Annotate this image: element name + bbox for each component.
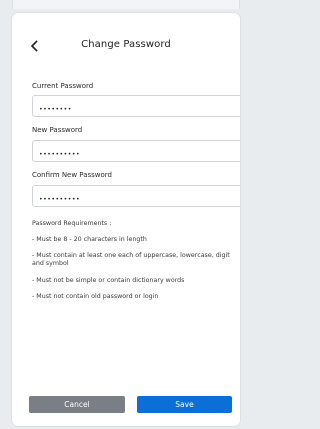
top-strip (12, 0, 240, 9)
confirm-password-field[interactable] (32, 185, 240, 210)
new-password-field[interactable] (32, 140, 240, 165)
requirements-title: Password Requirements : (32, 220, 112, 227)
cancel-button[interactable]: Cancel (29, 396, 125, 413)
save-button[interactable]: Save (137, 396, 232, 413)
current-password-label: Current Password (32, 82, 94, 90)
current-password-input[interactable] (33, 99, 240, 120)
requirement-item: - Must not contain old password or login (32, 293, 159, 300)
requirement-item: - Must be 8 - 20 characters in length (32, 236, 147, 243)
confirm-password-label: Confirm New Password (32, 171, 113, 179)
new-password-label: New Password (32, 126, 83, 134)
current-password-field[interactable] (32, 95, 240, 120)
change-password-card: Change Password Current Password New Pas… (11, 12, 241, 427)
new-password-input[interactable] (33, 144, 240, 165)
confirm-password-input[interactable] (33, 189, 240, 210)
requirement-item: - Must not be simple or contain dictiona… (32, 277, 185, 284)
header-bar: Change Password (12, 35, 240, 59)
page-title: Change Password (81, 39, 171, 50)
requirement-item: - Must contain at least one each of uppe… (32, 252, 230, 267)
